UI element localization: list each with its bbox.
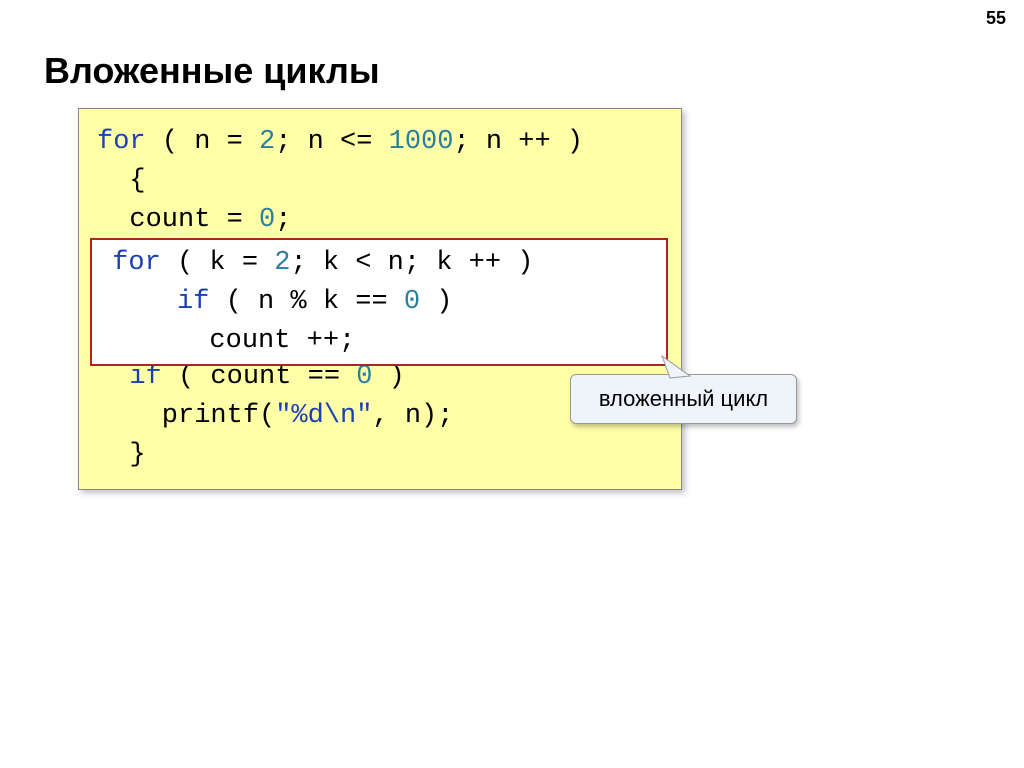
string-literal: "%d\n"	[275, 401, 372, 431]
page-number: 55	[986, 8, 1006, 29]
number-literal: 0	[259, 205, 275, 235]
keyword-if: if	[177, 287, 209, 317]
code-line-1: for ( n = 2; n <= 1000; n ++ )	[97, 123, 663, 162]
number-literal: 2	[259, 127, 275, 157]
inner-loop-highlight: for ( k = 2; k < n; k ++ ) if ( n % k ==…	[90, 238, 668, 366]
code-line-3: count = 0;	[97, 201, 663, 240]
number-literal: 2	[274, 248, 290, 278]
slide-title: Вложенные циклы	[44, 50, 380, 92]
slide: 55 Вложенные циклы for ( n = 2; n <= 100…	[0, 0, 1024, 768]
keyword-if: if	[129, 362, 161, 392]
inner-line-3: count ++;	[96, 322, 662, 361]
keyword-for: for	[112, 248, 161, 278]
code-line-9: }	[97, 436, 663, 475]
keyword-for: for	[97, 127, 146, 157]
inner-line-1: for ( k = 2; k < n; k ++ )	[96, 244, 662, 283]
number-literal: 0	[356, 362, 372, 392]
code-line-2: {	[97, 162, 663, 201]
inner-line-2: if ( n % k == 0 )	[96, 283, 662, 322]
number-literal: 1000	[389, 127, 454, 157]
number-literal: 0	[404, 287, 420, 317]
